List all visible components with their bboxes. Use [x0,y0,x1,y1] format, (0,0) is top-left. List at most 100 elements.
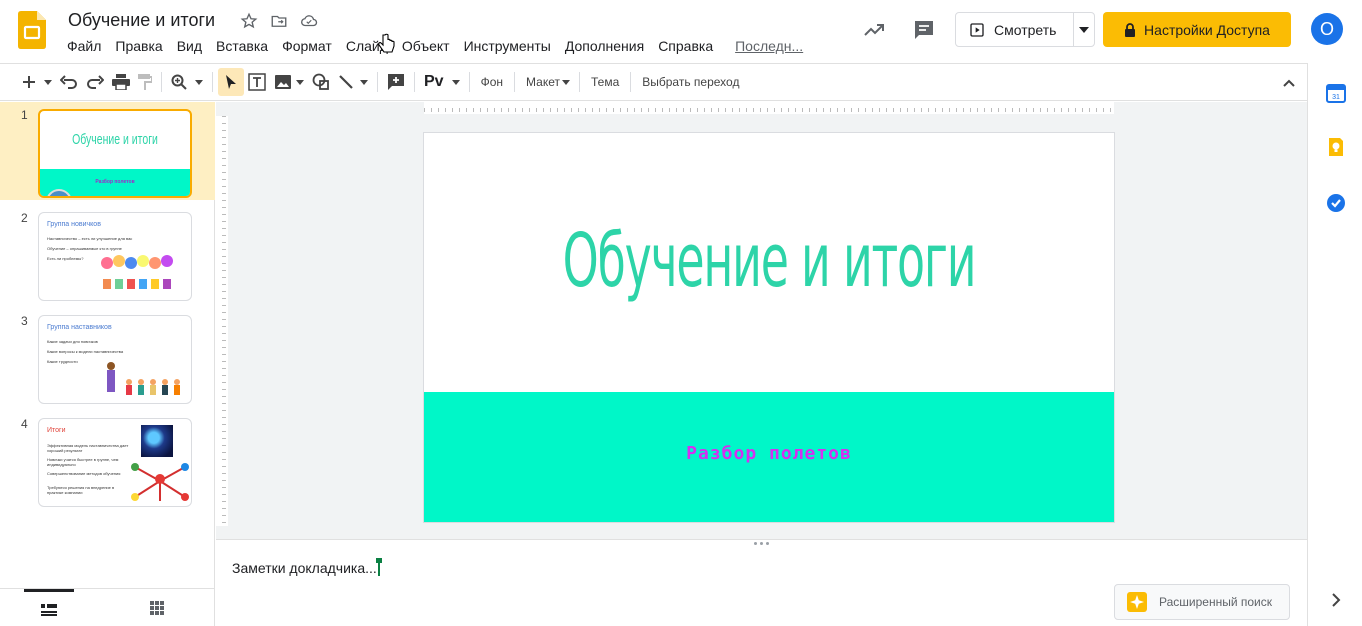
paint-format-icon [138,74,152,90]
thumb-line: Совершенствование методов обучения [47,471,121,476]
menu-tools[interactable]: Инструменты [457,37,558,57]
new-slide-button[interactable] [18,68,40,96]
comments-icon[interactable] [912,18,936,42]
keep-icon[interactable] [1326,137,1346,157]
input-tools-icon: Рv [424,73,444,90]
filmstrip-slide-1[interactable]: 1 Обучение и итоги Разбор полетов [0,102,215,200]
redo-icon [87,75,104,89]
document-title[interactable]: Обучение и итоги [68,10,215,31]
slide-title[interactable]: Обучение и итоги [555,218,983,304]
svg-text:31: 31 [1332,94,1340,101]
caret-down-icon [1079,26,1090,33]
thumb-title: Обучение и итоги [72,131,158,148]
text-box-button[interactable] [244,68,270,96]
caret-down-icon [296,79,304,85]
slide-thumbnail[interactable]: Обучение и итоги Разбор полетов [38,109,192,198]
menu-object[interactable]: Объект [395,37,457,57]
shape-icon [312,73,329,90]
speaker-notes-panel[interactable]: Заметки докладчика... Расширенный поиск [216,547,1307,626]
slide-canvas-area: Обучение и итоги Разбор полетов [216,102,1307,539]
activity-dashboard-icon[interactable] [862,18,886,42]
menu-addons[interactable]: Дополнения [558,37,651,57]
zoom-button[interactable] [167,68,191,96]
teacher-kids-image [107,362,180,395]
horizontal-ruler[interactable] [424,102,1114,114]
speaker-notes-input[interactable]: Заметки докладчика... [232,558,382,576]
lock-icon [1125,22,1136,37]
layout-dropdown[interactable]: Макет [520,68,574,96]
title-actions [240,12,318,30]
add-comment-icon [388,74,404,90]
menu-bar: Файл Правка Вид Вставка Формат Слайд Объ… [60,37,810,57]
filmstrip-view-switcher [0,588,215,626]
thumb-line: Какие задачи для новичков [47,339,98,344]
theme-button[interactable]: Тема [585,75,625,89]
present-button[interactable]: Смотреть [955,12,1095,47]
zoom-dropdown[interactable] [191,68,207,96]
explore-label: Расширенный поиск [1159,595,1272,609]
account-avatar[interactable]: O [1311,13,1343,45]
thumb-title: Группа наставников [47,324,112,331]
insert-image-button[interactable] [270,68,308,96]
thumb-line: Новички учатся быстрее в группе, чем инд… [47,457,119,467]
grid-view-button[interactable] [132,589,182,626]
new-slide-layout-dropdown[interactable] [40,68,56,96]
star-icon[interactable] [240,12,258,30]
input-tools-button[interactable]: Рv [420,68,464,96]
filmstrip-view-button[interactable] [24,589,74,626]
present-main-button[interactable]: Смотреть [956,13,1073,46]
calendar-icon[interactable]: 31 [1326,83,1346,103]
menu-edit[interactable]: Правка [108,37,169,57]
slide-thumbnail[interactable]: Группа наставников Какие задачи для нови… [38,315,192,404]
plus-icon [23,76,35,88]
select-tool-button[interactable] [218,68,244,96]
menu-help[interactable]: Справка [651,37,720,57]
move-to-folder-icon[interactable] [270,12,288,30]
tasks-icon[interactable] [1326,193,1346,213]
filmstrip-slide-3[interactable]: 3 Группа наставников Какие задачи для но… [0,308,215,406]
add-comment-button[interactable] [383,68,409,96]
share-label: Настройки Доступа [1144,21,1270,38]
list-view-icon [41,603,57,616]
background-button[interactable]: Фон [475,75,509,89]
cursor-arrow-icon [226,75,236,89]
explore-button[interactable]: Расширенный поиск [1114,584,1290,620]
thumb-subtitle: Разбор полетов [95,179,135,185]
explore-star-icon [1127,592,1147,612]
menu-view[interactable]: Вид [170,37,209,57]
menu-file[interactable]: Файл [60,37,108,57]
transition-button[interactable]: Выбрать переход [636,75,745,89]
slide-number: 2 [21,211,28,225]
filmstrip-slide-4[interactable]: 4 Итоги Эффективная модель наставничеств… [0,411,215,509]
shape-button[interactable] [308,68,334,96]
expand-side-panel-icon[interactable] [1326,590,1346,610]
last-edit-link[interactable]: Последн... [728,37,810,57]
slides-logo-icon[interactable] [18,11,46,49]
print-button[interactable] [108,68,134,96]
caret-down-icon [451,79,460,85]
menu-format[interactable]: Формат [275,37,339,57]
layout-label: Макет [526,75,560,89]
slide-subtitle[interactable]: Разбор полетов [424,443,1114,464]
cloud-status-icon[interactable] [300,12,318,30]
people-network-image [131,463,189,501]
notes-resize-handle[interactable] [216,539,1307,547]
undo-button[interactable] [56,68,82,96]
slide-thumbnail[interactable]: Итоги Эффективная модель наставничества … [38,418,192,507]
toolbar-divider [468,72,470,92]
paint-format-button[interactable] [134,68,156,96]
thumb-line: Обучение – опрашиваемые кто в группе [47,246,122,251]
share-button[interactable]: Настройки Доступа [1103,12,1291,47]
filmstrip-slide-2[interactable]: 2 Группа новичков Наставничество – есть … [0,205,215,303]
vertical-ruler[interactable] [216,116,228,526]
collapse-toolbar-icon[interactable] [1283,79,1295,87]
present-options-dropdown[interactable] [1073,13,1094,46]
slide-thumbnail[interactable]: Группа новичков Наставничество – есть ли… [38,212,192,301]
kids-balloons-image [101,255,173,289]
caret-down-icon [195,79,203,85]
thumb-line: Требуются решения на внедрение в практик… [47,485,115,495]
menu-insert[interactable]: Вставка [209,37,275,57]
line-button[interactable] [334,68,372,96]
redo-button[interactable] [82,68,108,96]
current-slide[interactable]: Обучение и итоги Разбор полетов [424,133,1114,522]
